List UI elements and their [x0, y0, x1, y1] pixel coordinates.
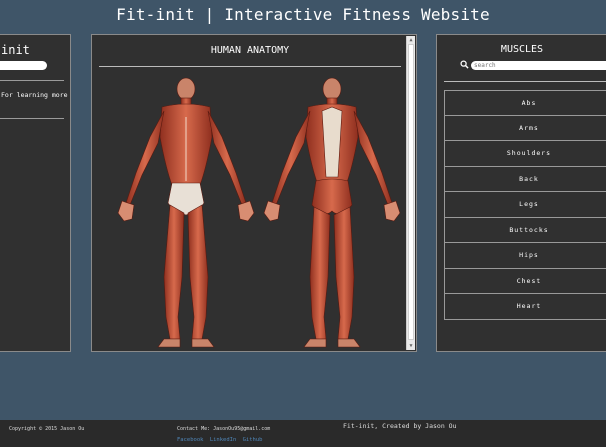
center-divider — [99, 66, 401, 67]
footer-contact: Contact Me: JasonOu95@gmail.com — [177, 426, 271, 432]
muscle-item-heart[interactable]: Heart — [444, 294, 606, 320]
muscle-item-abs[interactable]: Abs — [444, 90, 606, 116]
muscle-item-chest[interactable]: Chest — [444, 268, 606, 294]
left-panel-text: For learning more — [1, 91, 68, 99]
front-figure — [117, 77, 255, 348]
left-search-input[interactable] — [0, 61, 47, 70]
scroll-up-icon[interactable]: ▲ — [408, 37, 414, 43]
muscle-item-back[interactable]: Back — [444, 166, 606, 192]
muscle-search-input[interactable] — [471, 61, 606, 70]
right-panel: MUSCLES Abs Arms Shoulders Back Legs But… — [436, 34, 606, 352]
left-divider-bottom — [0, 118, 64, 119]
muscle-item-shoulders[interactable]: Shoulders — [444, 141, 606, 167]
muscles-title: MUSCLES — [500, 44, 544, 55]
footer-social-links: Facebook LinkedIn Github — [177, 437, 266, 443]
muscle-item-arms[interactable]: Arms — [444, 115, 606, 141]
anatomy-title: HUMAN ANATOMY — [210, 45, 290, 56]
linkedin-link[interactable]: LinkedIn — [210, 437, 237, 443]
muscle-item-hips[interactable]: Hips — [444, 243, 606, 269]
anatomy-figure-image[interactable] — [100, 77, 406, 353]
scroll-thumb[interactable] — [408, 44, 414, 340]
github-link[interactable]: Github — [243, 437, 263, 443]
center-panel: HUMAN ANATOMY ▲ ▼ — [91, 34, 417, 352]
footer-created-by: Fit-init, Created by Jason Ou — [343, 422, 457, 430]
search-icon — [460, 60, 469, 69]
left-panel-title: init — [1, 43, 30, 57]
left-divider-top — [0, 80, 64, 81]
back-figure — [263, 77, 401, 348]
center-scrollbar[interactable]: ▲ ▼ — [406, 36, 415, 350]
muscle-list: Abs Arms Shoulders Back Legs Buttocks Hi… — [444, 90, 606, 320]
muscle-item-legs[interactable]: Legs — [444, 192, 606, 218]
left-panel: init For learning more — [0, 34, 71, 352]
facebook-link[interactable]: Facebook — [177, 437, 204, 443]
site-title: Fit-init | Interactive Fitness Website — [116, 5, 490, 24]
footer: Copyright © 2015 Jason Ou Contact Me: Ja… — [0, 420, 606, 447]
footer-copyright: Copyright © 2015 Jason Ou — [9, 426, 85, 432]
right-divider — [444, 81, 606, 82]
muscle-item-buttocks[interactable]: Buttocks — [444, 217, 606, 243]
scroll-down-icon[interactable]: ▼ — [408, 343, 414, 349]
